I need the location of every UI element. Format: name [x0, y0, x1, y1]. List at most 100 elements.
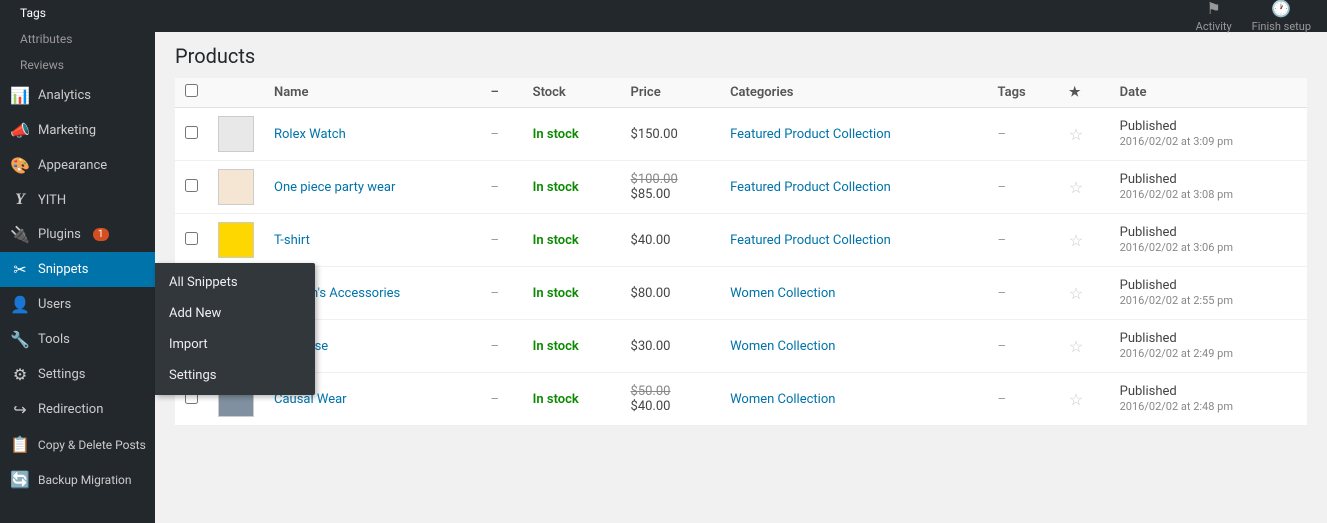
row-stock: In stock [523, 108, 621, 161]
pub-date: 2016/02/02 at 2:55 pm [1120, 294, 1233, 307]
row-date: Published2016/02/02 at 2:48 pm [1110, 373, 1307, 426]
sidebar-label-snippets: Snippets [38, 262, 89, 277]
row-sku: – [480, 267, 522, 320]
row-categories: Women Collection [720, 320, 987, 373]
sidebar-item-backup[interactable]: 🔄 Backup Migration [0, 462, 155, 497]
marketing-icon: 📣 [10, 121, 30, 140]
status-badge: Published [1120, 384, 1177, 399]
row-checkbox [175, 108, 208, 161]
submenu-settings[interactable]: Settings [155, 360, 315, 391]
analytics-icon: 📊 [10, 86, 30, 105]
table-row: Rolex Watch – In stock$150.00 Featured Prod… [175, 108, 1307, 161]
category-link[interactable]: Featured Product Collection [730, 180, 891, 195]
products-table: Name – Stock Price Categories Tags ★ Dat… [175, 78, 1307, 426]
snippets-submenu: All Snippets Add New Import Settings [155, 263, 315, 395]
row-date: Published2016/02/02 at 3:08 pm [1110, 161, 1307, 214]
appearance-icon: 🎨 [10, 156, 30, 175]
sidebar-label-marketing: Marketing [38, 123, 96, 138]
row-categories: Featured Product Collection [720, 214, 987, 267]
col-sku: – [480, 78, 522, 108]
select-all-checkbox[interactable] [185, 84, 198, 97]
sidebar-item-appearance[interactable]: 🎨 Appearance [0, 148, 155, 183]
featured-star[interactable]: ☆ [1069, 337, 1083, 356]
sidebar-item-analytics[interactable]: 📊 Analytics [0, 78, 155, 113]
sidebar-item-users[interactable]: 👤 Users [0, 287, 155, 322]
category-link[interactable]: Women Collection [730, 392, 835, 407]
featured-star[interactable]: ☆ [1069, 284, 1083, 303]
product-name-link[interactable]: Rolex Watch [274, 127, 346, 142]
clock-icon: 🕐 [1271, 0, 1291, 18]
row-name: T-shirt [264, 214, 480, 267]
category-link[interactable]: Featured Product Collection [730, 233, 891, 248]
finish-setup-button[interactable]: 🕐 Finish setup [1252, 0, 1311, 33]
submenu-add-new[interactable]: Add New [155, 298, 315, 329]
row-stock: In stock [523, 214, 621, 267]
sidebar-item-yith[interactable]: Y YITH [0, 183, 155, 217]
row-name: One piece party wear [264, 161, 480, 214]
sidebar-item-tools[interactable]: 🔧 Tools [0, 322, 155, 357]
row-select-checkbox[interactable] [185, 126, 198, 139]
activity-icon: ⚑ [1206, 0, 1220, 18]
pub-date: 2016/02/02 at 3:09 pm [1120, 135, 1233, 148]
category-link[interactable]: Women Collection [730, 339, 835, 354]
row-date: Published2016/02/02 at 2:55 pm [1110, 267, 1307, 320]
row-price: $150.00 [621, 108, 721, 161]
row-select-checkbox[interactable] [185, 179, 198, 192]
row-thumb [208, 214, 264, 267]
row-tags: – [988, 108, 1059, 161]
sidebar-label-redirection: Redirection [38, 402, 103, 417]
product-name-link[interactable]: One piece party wear [274, 180, 395, 195]
row-tags: – [988, 267, 1059, 320]
pub-date: 2016/02/02 at 2:49 pm [1120, 347, 1233, 360]
col-stock: Stock [523, 78, 621, 108]
row-sku: – [480, 161, 522, 214]
sidebar-link-attributes[interactable]: Attributes [0, 26, 155, 52]
sidebar-item-marketing[interactable]: 📣 Marketing [0, 113, 155, 148]
row-date: Published2016/02/02 at 3:09 pm [1110, 108, 1307, 161]
sidebar-label-users: Users [38, 297, 71, 312]
product-name-link[interactable]: T-shirt [274, 233, 310, 248]
row-date: Published2016/02/02 at 3:06 pm [1110, 214, 1307, 267]
sidebar-item-snippets[interactable]: ✂ Snippets [0, 252, 155, 287]
row-checkbox [175, 161, 208, 214]
product-thumbnail [218, 116, 254, 152]
redirection-icon: ↪ [10, 400, 30, 419]
status-badge: Published [1120, 225, 1177, 240]
row-tags: – [988, 320, 1059, 373]
row-price: $80.00 [621, 267, 721, 320]
row-featured: ☆ [1059, 214, 1110, 267]
sidebar-link-tags[interactable]: Tags [0, 0, 155, 26]
plugins-badge: 1 [93, 228, 109, 241]
topbar: ⚑ Activity 🕐 Finish setup [155, 0, 1327, 32]
row-price: $40.00 [621, 214, 721, 267]
submenu-all-snippets[interactable]: All Snippets [155, 267, 315, 298]
product-thumbnail [218, 169, 254, 205]
featured-star[interactable]: ☆ [1069, 125, 1083, 144]
sidebar-item-redirection[interactable]: ↪ Redirection [0, 392, 155, 427]
pub-date: 2016/02/02 at 2:48 pm [1120, 400, 1233, 413]
featured-star[interactable]: ☆ [1069, 178, 1083, 197]
sidebar-link-reviews[interactable]: Reviews [0, 52, 155, 78]
sidebar-item-copy-delete[interactable]: 📋 Copy & Delete Posts [0, 427, 155, 462]
category-link[interactable]: Featured Product Collection [730, 127, 891, 142]
row-select-checkbox[interactable] [185, 232, 198, 245]
row-sku: – [480, 373, 522, 426]
status-badge: Published [1120, 119, 1177, 134]
row-featured: ☆ [1059, 161, 1110, 214]
category-link[interactable]: Women Collection [730, 286, 835, 301]
backup-icon: 🔄 [10, 470, 30, 489]
sidebar-item-plugins[interactable]: 🔌 Plugins 1 [0, 217, 155, 252]
featured-star[interactable]: ☆ [1069, 231, 1083, 250]
row-tags: – [988, 161, 1059, 214]
featured-star[interactable]: ☆ [1069, 390, 1083, 409]
table-row: Converse–In stock$30.00Women Collection–… [175, 320, 1307, 373]
activity-button[interactable]: ⚑ Activity [1196, 0, 1232, 33]
col-thumb [208, 78, 264, 108]
col-date: Date [1110, 78, 1307, 108]
submenu-import[interactable]: Import [155, 329, 315, 360]
row-checkbox [175, 214, 208, 267]
col-name: Name [264, 78, 480, 108]
status-badge: Published [1120, 278, 1177, 293]
sidebar-item-settings[interactable]: ⚙ Settings [0, 357, 155, 392]
row-tags: – [988, 214, 1059, 267]
